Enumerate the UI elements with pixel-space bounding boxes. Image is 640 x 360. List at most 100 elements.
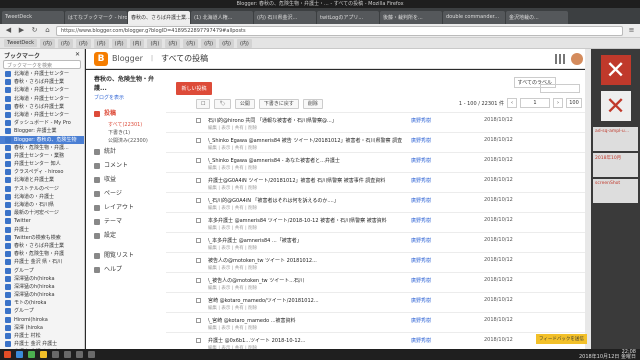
screenshot-thumb[interactable]: ad-sq-ampl-u...: [593, 127, 638, 151]
post-checkbox[interactable]: [196, 278, 201, 283]
post-checkbox[interactable]: [196, 218, 201, 223]
nav-reading-list[interactable]: 閲覧リスト: [94, 249, 158, 263]
post-actions[interactable]: 編集 | 表示 | 共有 | 削除: [208, 245, 257, 251]
blogger-logo-icon[interactable]: B: [94, 51, 108, 66]
nav-pages[interactable]: ページ: [94, 187, 158, 201]
post-author[interactable]: 廣野秀樹: [411, 317, 441, 324]
bookmark-item[interactable]: (内): [147, 38, 163, 48]
post-actions[interactable]: 編集 | 表示 | 共有 | 削除: [208, 165, 257, 171]
app-icon[interactable]: [76, 351, 83, 358]
new-post-button[interactable]: 新しい投稿: [176, 82, 212, 95]
post-author[interactable]: 廣野秀樹: [411, 157, 441, 164]
post-title[interactable]: \_Shinko Egawa @amneris84 被告 ツイート/201810…: [208, 137, 403, 144]
nav-theme[interactable]: テーマ: [94, 215, 158, 229]
post-checkbox[interactable]: [196, 158, 201, 163]
browser-tab[interactable]: 金沢地裁の...: [506, 11, 568, 24]
nav-earnings[interactable]: 収益: [94, 173, 158, 187]
bookmark-item[interactable]: (内): [40, 38, 55, 48]
bookmark-item[interactable]: 北海道・弁護士センター: [0, 70, 84, 78]
post-title[interactable]: 石川的@hirono 共同 「通報な被害者・石川県警察@...」: [208, 117, 403, 124]
prev-page-icon[interactable]: ‹: [507, 98, 517, 108]
page-number-select[interactable]: 1: [520, 98, 550, 108]
nav-posts[interactable]: 投稿: [94, 107, 158, 121]
bookmark-item[interactable]: Twitter: [0, 217, 84, 225]
per-page-select[interactable]: 100: [566, 98, 582, 108]
bookmark-item[interactable]: 北海道・弁護士センター: [0, 95, 84, 103]
browser-tab[interactable]: TweetDeck: [2, 11, 64, 24]
app-icon[interactable]: [52, 351, 59, 358]
bookmark-item[interactable]: 春秋・危険生物・弁護: [0, 250, 84, 258]
post-author[interactable]: 廣野秀樹: [411, 117, 441, 124]
bookmark-item[interactable]: 北海道の・弁護士: [0, 193, 84, 201]
bookmark-item[interactable]: 春秋・さらば弁護士業: [0, 78, 84, 86]
post-title[interactable]: 被告人の@motoken_tw ツイート 20181012...: [208, 257, 403, 264]
bookmark-item[interactable]: (内): [75, 38, 91, 48]
bookmark-item[interactable]: Twitterの検索も検索: [0, 234, 84, 242]
screenshot-thumb[interactable]: 2018年10月: [593, 153, 638, 177]
post-title[interactable]: 本多弁護士 @amneris84 ツイート/2018-10-12 被害者・石川県…: [208, 217, 403, 224]
bookmark-item[interactable]: Hiromi(hiroka: [0, 316, 84, 324]
browser-tab[interactable]: (内) 石川県金沢...: [254, 11, 316, 24]
post-author[interactable]: 廣野秀樹: [411, 217, 441, 224]
post-author[interactable]: 廣野秀樹: [411, 257, 441, 264]
post-title[interactable]: \_本多弁護士 @amneris84 ...「被害者」: [208, 237, 403, 244]
avatar[interactable]: [571, 52, 583, 65]
post-author[interactable]: 廣野秀樹: [411, 137, 441, 144]
nav-stats[interactable]: 統計: [94, 145, 158, 159]
post-actions[interactable]: 編集 | 表示 | 共有 | 削除: [208, 305, 257, 311]
subnav-published[interactable]: 公開済み(22300): [94, 137, 158, 145]
bookmark-item[interactable]: 弁護士センター 知人: [0, 160, 84, 168]
view-blog-link[interactable]: ブログを表示: [94, 94, 158, 101]
post-author[interactable]: 廣野秀樹: [411, 177, 441, 184]
nav-layout[interactable]: レイアウト: [94, 201, 158, 215]
bookmark-item[interactable]: (内): [165, 38, 181, 48]
bookmark-item[interactable]: (内): [201, 38, 217, 48]
close-icon[interactable]: ✕: [75, 51, 80, 58]
screenshot-thumb[interactable]: screenShot: [593, 179, 638, 203]
post-title[interactable]: \_石川的@G0A4iN 「被害者はそれは何を訴えるのか....」: [208, 197, 403, 204]
bookmark-item[interactable]: グループ: [0, 307, 84, 315]
browser-tab[interactable]: (1) 北海道人権...: [191, 11, 253, 24]
post-checkbox[interactable]: [196, 138, 201, 143]
post-author[interactable]: 廣野秀樹: [411, 197, 441, 204]
bookmark-item[interactable]: 深澤猛のh(hiroka: [0, 283, 84, 291]
post-search-input[interactable]: [540, 84, 580, 93]
post-author[interactable]: 廣野秀樹: [411, 297, 441, 304]
home-icon[interactable]: ⌂: [43, 26, 52, 35]
select-all-checkbox[interactable]: ☐: [196, 99, 211, 109]
post-actions[interactable]: 編集 | 表示 | 共有 | 削除: [208, 205, 257, 211]
post-actions[interactable]: 編集 | 表示 | 共有 | 削除: [208, 145, 257, 151]
post-checkbox[interactable]: [196, 298, 201, 303]
bookmark-item[interactable]: 弁護士 金沢 弁護士: [0, 340, 84, 348]
post-checkbox[interactable]: [196, 118, 201, 123]
post-author[interactable]: 廣野秀樹: [411, 277, 441, 284]
bookmark-item[interactable]: (内): [183, 38, 199, 48]
browser-tab[interactable]: 後藤・裁判所を...: [380, 11, 442, 24]
back-icon[interactable]: ◀: [4, 26, 13, 35]
nav-settings[interactable]: 設定: [94, 229, 158, 243]
browser-tab[interactable]: twitLogのアプリ...: [317, 11, 379, 24]
bookmark-item[interactable]: Blogger: 弁護士業: [0, 127, 84, 135]
revert-draft-button[interactable]: 下書きに戻す: [258, 99, 299, 109]
bookmark-item[interactable]: (内): [57, 38, 73, 48]
post-actions[interactable]: 編集 | 表示 | 共有 | 削除: [208, 185, 257, 191]
bookmark-item[interactable]: (内): [111, 38, 127, 48]
bookmark-item[interactable]: 北海道・弁護士センター: [0, 111, 84, 119]
firefox-icon[interactable]: [4, 351, 11, 358]
post-checkbox[interactable]: [196, 198, 201, 203]
post-actions[interactable]: 編集 | 表示 | 共有 | 削除: [208, 125, 257, 131]
bookmark-item[interactable]: 弁護士 村松: [0, 332, 84, 340]
post-actions[interactable]: 編集 | 表示 | 共有 | 削除: [208, 285, 257, 291]
nav-comments[interactable]: コメント: [94, 159, 158, 173]
bookmark-item[interactable]: 深澤猛のh(hiroka: [0, 275, 84, 283]
label-button[interactable]: 🏷: [214, 99, 231, 109]
post-title[interactable]: 弁護士@G0A4iN ツイート/20181012」被害者 石川県警察 被害事件 …: [208, 177, 403, 184]
bookmark-item[interactable]: 弁護士: [0, 226, 84, 234]
bookmark-item[interactable]: 北海道と弁護士業: [0, 176, 84, 184]
nav-help[interactable]: ヘルプ: [94, 263, 158, 277]
menu-icon[interactable]: ≡: [627, 26, 636, 35]
next-page-icon[interactable]: ›: [553, 98, 563, 108]
post-checkbox[interactable]: [196, 318, 201, 323]
post-checkbox[interactable]: [196, 178, 201, 183]
bookmark-item[interactable]: モトの(hiroka: [0, 299, 84, 307]
